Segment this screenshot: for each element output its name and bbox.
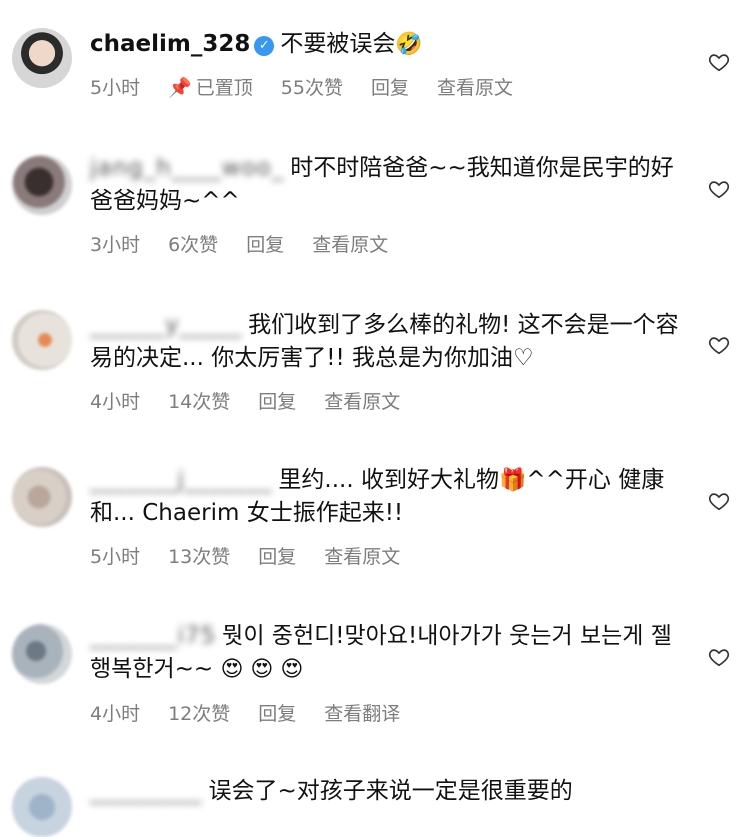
- comment-meta: 5小时 13次赞 回复 查看原文: [90, 542, 400, 569]
- comment-body: jang_h____woo_ 时不时陪爸爸~~我知道你是民宇的好爸爸妈妈~^^: [90, 152, 692, 218]
- comment-text: 里约.... 收到好大礼物: [278, 467, 499, 493]
- comment-text: 不要被误会: [280, 31, 396, 57]
- username-blurred[interactable]: _______i75: [90, 620, 216, 653]
- pinned-label: 📌 已置顶: [168, 77, 253, 99]
- avatar[interactable]: [12, 467, 72, 527]
- rofl-emoji-icon: 🤣: [395, 32, 423, 57]
- likes-count[interactable]: 12次赞: [168, 699, 230, 726]
- avatar[interactable]: [12, 624, 72, 684]
- timestamp: 3小时: [90, 234, 141, 256]
- username-blurred[interactable]: jang_h____woo_: [90, 152, 284, 185]
- comment-meta: 4小时 14次赞 回复 查看原文: [90, 387, 400, 414]
- gift-emoji-icon: 🎁: [498, 468, 527, 493]
- comment-meta: 4小时 12次赞 回复 查看翻译: [90, 699, 400, 726]
- view-original-button[interactable]: 查看原文: [324, 387, 400, 414]
- username-blurred[interactable]: _______j_______: [90, 464, 272, 497]
- like-heart-icon[interactable]: [708, 646, 730, 668]
- heart-eyes-emoji-icon: 😍 😍 😍: [220, 657, 304, 682]
- timestamp: 4小时: [90, 703, 141, 725]
- like-heart-icon[interactable]: [708, 490, 730, 512]
- timestamp: 4小时: [90, 391, 141, 413]
- comment-body: _______j_______ 里约.... 收到好大礼物🎁^^开心 健康和...…: [90, 464, 692, 530]
- reply-button[interactable]: 回复: [258, 542, 296, 569]
- avatar[interactable]: [12, 777, 72, 837]
- likes-count[interactable]: 14次赞: [168, 387, 230, 414]
- username-blurred[interactable]: ______y_____: [90, 309, 242, 342]
- like-heart-icon[interactable]: [708, 51, 730, 73]
- username[interactable]: chaelim_328: [90, 31, 250, 57]
- avatar[interactable]: [12, 28, 72, 88]
- view-original-button[interactable]: 查看原文: [324, 542, 400, 569]
- pin-icon: 📌: [168, 77, 192, 99]
- likes-count[interactable]: 6次赞: [168, 230, 218, 257]
- reply-button[interactable]: 回复: [258, 699, 296, 726]
- view-original-button[interactable]: 查看原文: [312, 230, 388, 257]
- reply-button[interactable]: 回复: [371, 73, 409, 100]
- verified-badge-icon: ✓: [254, 36, 275, 56]
- comment-meta: 5小时 📌 已置顶 55次赞 回复 查看原文: [90, 73, 513, 100]
- comment-body: ______y_____ 我们收到了多么棒的礼物! 这不会是一个容易的决定... …: [90, 309, 692, 375]
- comment-text: 误会了~对孩子来说一定是很重要的: [208, 778, 573, 804]
- like-heart-icon[interactable]: [708, 178, 730, 200]
- likes-count[interactable]: 55次赞: [281, 73, 343, 100]
- timestamp: 5小时: [90, 546, 141, 568]
- avatar[interactable]: [12, 310, 72, 370]
- reply-button[interactable]: 回复: [258, 387, 296, 414]
- username-blurred[interactable]: _________: [90, 775, 203, 808]
- comment-body: _________ 误会了~对孩子来说一定是很重要的: [90, 775, 692, 808]
- comment-body: _______i75 뭣이 중헌디!맞아요!내아가가 웃는거 보는게 젤 행복한거…: [90, 620, 692, 686]
- like-heart-icon[interactable]: [708, 334, 730, 356]
- view-translation-button[interactable]: 查看翻译: [324, 699, 400, 726]
- reply-button[interactable]: 回复: [246, 230, 284, 257]
- view-original-button[interactable]: 查看原文: [437, 73, 513, 100]
- comment-body: chaelim_328 ✓ 不要被误会🤣: [90, 28, 692, 61]
- likes-count[interactable]: 13次赞: [168, 542, 230, 569]
- timestamp: 5小时: [90, 77, 141, 99]
- avatar[interactable]: [12, 155, 72, 215]
- comment-meta: 3小时 6次赞 回复 查看原文: [90, 230, 388, 257]
